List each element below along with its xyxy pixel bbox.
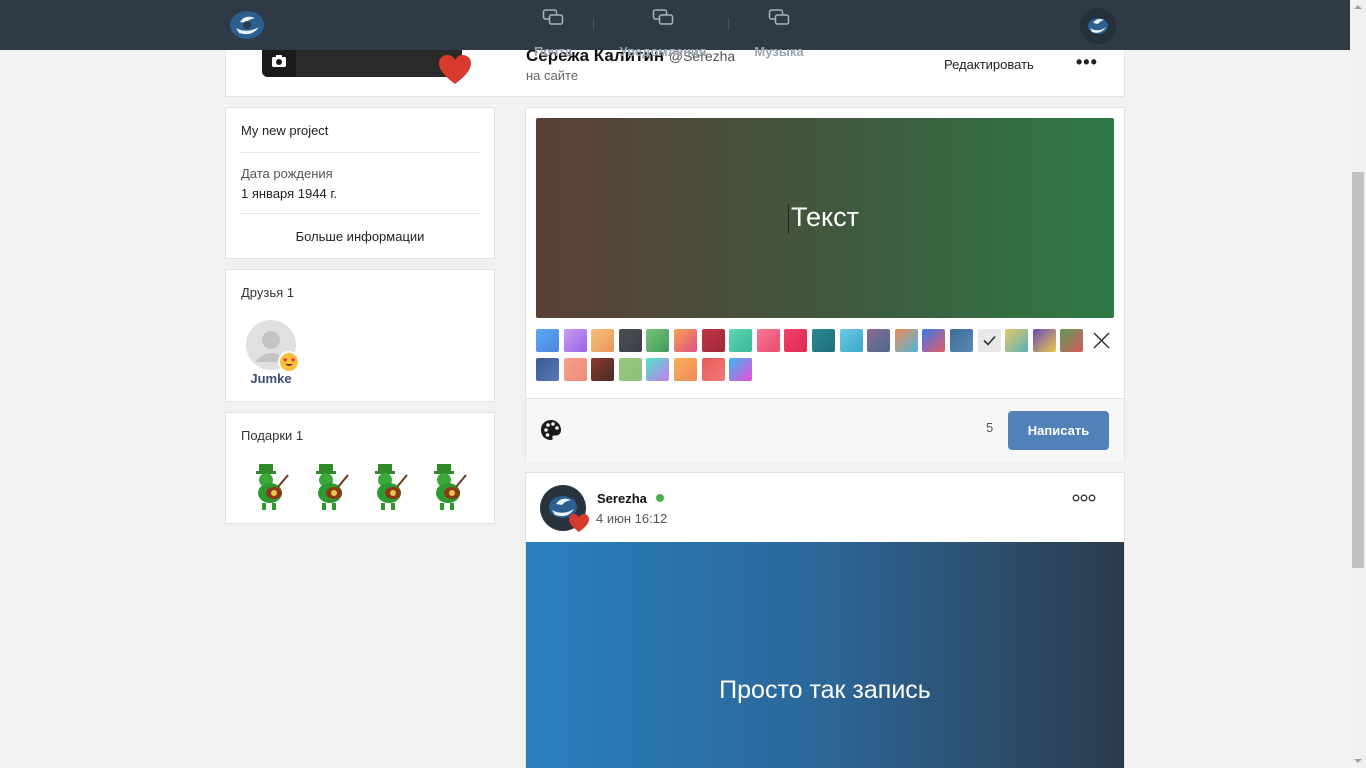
post-author-name[interactable]: Serezha [597, 491, 647, 506]
background-swatch[interactable] [784, 329, 807, 352]
leprechaun-gift-icon[interactable] [308, 461, 352, 513]
edit-profile-button[interactable]: Редактировать [944, 57, 1034, 72]
background-swatch[interactable] [536, 329, 559, 352]
leprechaun-gift-icon[interactable] [248, 461, 292, 513]
post-text: Просто так запись [719, 676, 931, 704]
text-caret [788, 204, 789, 234]
background-swatch[interactable] [729, 329, 752, 352]
leprechaun-gift-icon[interactable] [426, 461, 470, 513]
friends-card: Друзья 1 Jumke [225, 269, 495, 402]
online-status: на сайте [526, 68, 579, 83]
scroll-up-arrow-icon[interactable] [1354, 5, 1362, 9]
background-swatch[interactable] [867, 329, 890, 352]
gifts-title[interactable]: Подарки 1 [241, 428, 303, 443]
background-swatch[interactable] [922, 329, 945, 352]
online-indicator [656, 494, 664, 502]
post-background-content: Просто так запись [526, 542, 1124, 768]
character-counter: 5 [986, 420, 994, 435]
background-swatch[interactable] [1060, 329, 1083, 352]
background-swatch[interactable] [1033, 329, 1056, 352]
site-logo-icon [1088, 18, 1108, 34]
divider [241, 213, 480, 214]
wall-post: Serezha 4 июн 16:12 Просто так запись [525, 472, 1125, 768]
background-swatch[interactable] [564, 329, 587, 352]
background-swatch[interactable] [729, 358, 752, 381]
background-swatch[interactable] [757, 329, 780, 352]
heart-icon [439, 55, 471, 84]
post-composer: Текст 5 Написать [525, 107, 1125, 462]
post-text-input[interactable]: Текст [536, 202, 1114, 233]
page-scrollbar[interactable] [1350, 0, 1366, 768]
background-swatch[interactable] [646, 329, 669, 352]
background-swatch[interactable] [702, 329, 725, 352]
close-icon[interactable] [1090, 329, 1113, 352]
background-swatch[interactable] [536, 358, 559, 381]
background-post-editor[interactable]: Текст [536, 118, 1114, 318]
nav-music-label: Музыка [754, 44, 804, 59]
nav-mail-label: Почта [533, 44, 573, 59]
nav-notifications[interactable]: Уведомления [608, 8, 718, 59]
user-avatar[interactable] [1080, 8, 1116, 44]
background-swatch[interactable] [702, 358, 725, 381]
friend-name[interactable]: Jumke [236, 371, 306, 386]
gifts-card: Подарки 1 [225, 412, 495, 524]
chat-icon [652, 9, 674, 25]
background-swatch[interactable] [619, 358, 642, 381]
scroll-down-arrow-icon[interactable] [1354, 759, 1362, 763]
background-swatch-selected[interactable] [978, 329, 1001, 352]
background-swatch[interactable] [591, 358, 614, 381]
more-info-button[interactable]: Больше информации [226, 229, 494, 244]
nav-music[interactable]: Музыка [724, 8, 834, 59]
heart-icon [569, 514, 589, 532]
birthday-label: Дата рождения [241, 166, 333, 181]
background-swatch[interactable] [674, 329, 697, 352]
background-swatch[interactable] [812, 329, 835, 352]
nav-divider [593, 18, 594, 30]
background-swatch[interactable] [674, 358, 697, 381]
palette-icon[interactable] [540, 419, 562, 441]
post-menu-icon[interactable] [1072, 493, 1096, 503]
background-swatch[interactable] [840, 329, 863, 352]
composer-footer: 5 Написать [526, 398, 1124, 462]
post-date[interactable]: 4 июн 16:12 [596, 511, 667, 526]
profile-info-card: My new project Дата рождения 1 января 19… [225, 107, 495, 259]
check-icon [983, 335, 996, 346]
friends-title[interactable]: Друзья 1 [241, 285, 294, 300]
nav-mail[interactable]: Почта [498, 8, 608, 59]
top-navigation-bar: Почта Уведомления Музыка [0, 0, 1350, 59]
publish-button[interactable]: Написать [1008, 411, 1109, 450]
heart-eyes-emoji-icon [278, 351, 300, 373]
background-swatch[interactable] [619, 329, 642, 352]
scrollbar-thumb[interactable] [1352, 172, 1364, 568]
chat-icon [542, 9, 564, 25]
divider [241, 152, 480, 153]
background-swatch[interactable] [646, 358, 669, 381]
site-logo-icon[interactable] [228, 9, 266, 41]
chat-icon [768, 9, 790, 25]
background-swatch[interactable] [950, 329, 973, 352]
birthday-value: 1 января 1944 г. [241, 186, 338, 201]
more-options-button[interactable]: ••• [1076, 52, 1098, 73]
profile-project: My new project [241, 123, 329, 138]
background-swatch[interactable] [591, 329, 614, 352]
background-swatch[interactable] [1005, 329, 1028, 352]
leprechaun-gift-icon[interactable] [367, 461, 411, 513]
background-swatch[interactable] [564, 358, 587, 381]
nav-notifications-label: Уведомления [619, 44, 707, 59]
background-swatch[interactable] [895, 329, 918, 352]
